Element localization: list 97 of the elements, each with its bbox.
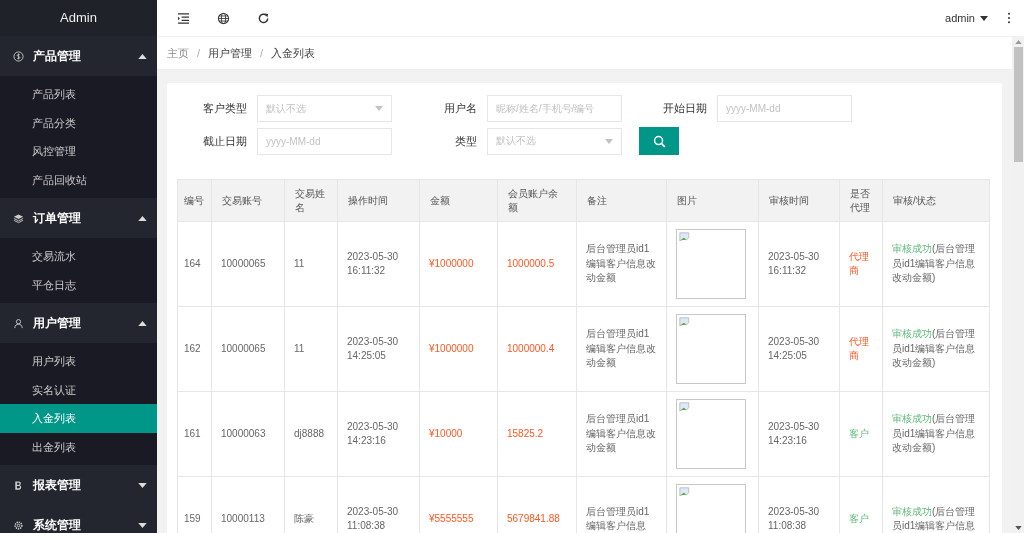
more-icon[interactable] [1007, 12, 1011, 24]
menu-item[interactable]: 出金列表 [0, 432, 157, 461]
table-cell: 11 [284, 306, 338, 392]
caret-down-icon [605, 138, 613, 144]
table-cell: 审核成功(后台管理员id1编辑客户信息改动金额) [882, 221, 990, 307]
breadcrumb-separator: / [260, 47, 264, 59]
caret-down-icon [375, 106, 383, 111]
caret-up-icon [138, 53, 147, 59]
menu-icon[interactable] [177, 11, 190, 25]
settings-icon [13, 519, 24, 531]
user-menu[interactable]: admin [945, 12, 988, 24]
breadcrumb-link[interactable]: 入金列表 [271, 45, 316, 61]
table-cell: 后台管理员id1编辑客户信息改动金额 [576, 221, 667, 307]
table-cell: 2023-05-30 14:25:05 [337, 306, 420, 392]
caret-up-icon [138, 320, 147, 326]
table-cell: 2023-05-30 14:23:16 [337, 391, 420, 477]
menu-item[interactable]: 实名认证 [0, 375, 157, 404]
menu-item[interactable]: 风控管理 [0, 137, 157, 166]
column-header: 审核时间 [758, 179, 840, 222]
field-label: 类型 [454, 133, 478, 149]
scroll-down-icon[interactable] [1014, 526, 1022, 530]
table-cell: 审核成功(后台管理员id1编辑客户信息改动金额) [882, 306, 990, 392]
caret-down-icon [980, 15, 988, 21]
table-cell: 2023-05-30 14:25:05 [758, 306, 840, 392]
caret-down-icon [138, 482, 147, 488]
globe-icon[interactable] [217, 11, 230, 25]
table-cell: 代理商 [839, 221, 883, 307]
column-header: 会员账户余额 [497, 179, 577, 222]
caret-down-icon [138, 522, 147, 528]
table-cell: 1000000.4 [497, 306, 577, 392]
table-cell: 11 [284, 221, 338, 307]
bold-icon [13, 479, 24, 491]
table-cell: 后台管理员id1编辑客户信息改动金额 [576, 306, 667, 392]
table-cell: 2023-05-30 16:11:32 [337, 221, 420, 307]
menu-item[interactable]: 产品列表 [0, 80, 157, 109]
column-header: 备注 [576, 179, 667, 222]
search-button[interactable] [639, 127, 679, 155]
input-field[interactable]: yyyy-MM-dd [717, 95, 852, 122]
menu-item[interactable]: 产品回收站 [0, 165, 157, 194]
scroll-thumb[interactable] [1013, 47, 1023, 162]
column-header: 审核/状态 [882, 179, 990, 222]
broken-image-icon [679, 232, 692, 245]
table-cell: 162 [177, 306, 212, 392]
menu-group[interactable]: 产品管理 [0, 36, 157, 76]
breadcrumb-link[interactable]: 主页 [167, 45, 189, 61]
broken-image-icon [679, 317, 692, 330]
table-cell: 1000000.5 [497, 221, 577, 307]
table-cell: 159 [177, 476, 212, 533]
breadcrumb-link[interactable]: 用户管理 [208, 45, 253, 61]
table-cell: 164 [177, 221, 212, 307]
scrollbar[interactable] [1012, 37, 1024, 533]
breadcrumb-separator: / [197, 47, 201, 59]
table-cell: 15825.2 [497, 391, 577, 477]
menu-group[interactable]: 系统管理 [0, 505, 157, 533]
input-field[interactable]: yyyy-MM-dd [257, 127, 392, 155]
table-cell: 后台管理员id1编辑客户信息改动金额 [576, 391, 667, 477]
column-header: 编号 [177, 179, 212, 222]
menu-item[interactable]: 用户列表 [0, 347, 157, 376]
table-cell: ¥10000 [419, 391, 498, 477]
table-cell: 10000065 [211, 306, 285, 392]
table-cell: 10000063 [211, 391, 285, 477]
table-cell: 10000065 [211, 221, 285, 307]
menu-item[interactable]: 产品分类 [0, 108, 157, 137]
field-label: 用户名 [443, 101, 478, 116]
field-label: 开始日期 [662, 101, 708, 116]
column-header: 是否代理 [839, 179, 883, 222]
user-icon [13, 317, 24, 329]
column-header: 交易账号 [211, 179, 285, 222]
field-label: 客户类型 [202, 101, 248, 116]
layers-icon [13, 212, 24, 224]
table-cell: ¥1000000 [419, 306, 498, 392]
broken-image-icon [679, 487, 692, 500]
app-title: Admin [59, 9, 98, 27]
table-cell: 2023-05-30 14:23:16 [758, 391, 840, 477]
table-cell: 审核成功(后台管理员id1编辑客户信息改动金额) [882, 391, 990, 477]
column-header: 金额 [419, 179, 498, 222]
caret-up-icon [138, 215, 147, 221]
table-cell: 代理商 [839, 306, 883, 392]
menu-item[interactable]: 平仓日志 [0, 270, 157, 299]
broken-image-icon [679, 402, 692, 415]
column-header: 操作时间 [337, 179, 420, 222]
menu-item[interactable]: 交易流水 [0, 242, 157, 271]
menu-item[interactable]: 入金列表 [0, 404, 157, 433]
table-cell: 161 [177, 391, 212, 477]
search-icon [652, 134, 666, 148]
column-header: 交易姓名 [284, 179, 338, 222]
menu-group[interactable]: 用户管理 [0, 303, 157, 343]
table-cell: dj8888 [284, 391, 338, 477]
field-label: 截止日期 [202, 133, 248, 149]
menu-group[interactable]: 订单管理 [0, 198, 157, 238]
dollar-icon [13, 50, 24, 62]
column-header: 图片 [666, 179, 759, 222]
table-cell: 2023-05-30 16:11:32 [758, 221, 840, 307]
refresh-icon[interactable] [257, 11, 270, 25]
table-cell: 客户 [839, 391, 883, 477]
table-cell: ¥1000000 [419, 221, 498, 307]
menu-group[interactable]: 报表管理 [0, 465, 157, 505]
